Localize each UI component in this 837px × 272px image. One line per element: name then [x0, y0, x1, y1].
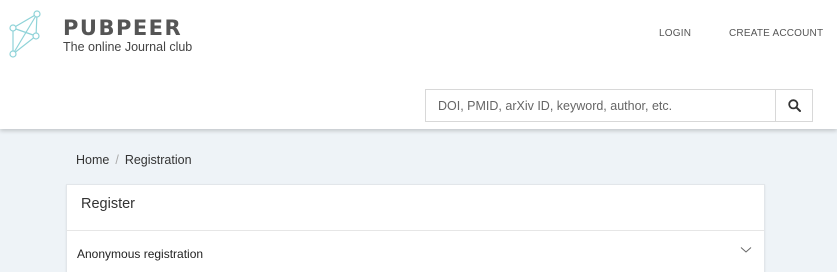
create-account-link[interactable]: CREATE ACCOUNT — [729, 28, 823, 39]
register-card: Register Anonymous registration — [66, 184, 765, 272]
breadcrumb-current: Registration — [124, 153, 192, 167]
anonymous-registration-toggle[interactable]: Anonymous registration — [67, 231, 764, 271]
search-button[interactable] — [775, 90, 812, 121]
brand-tagline: The online Journal club — [63, 40, 193, 54]
breadcrumb-separator: / — [115, 153, 119, 167]
brand-name: PUBPEER — [63, 16, 183, 40]
site-header: PUBPEER The online Journal club LOGIN CR… — [0, 0, 837, 129]
chevron-down-icon — [740, 247, 752, 253]
login-link[interactable]: LOGIN — [659, 28, 691, 39]
brand-home-link[interactable]: PUBPEER The online Journal club — [63, 16, 192, 54]
card-title: Register — [81, 196, 135, 212]
search-icon — [787, 99, 801, 112]
pubpeer-logo-icon[interactable] — [6, 10, 42, 58]
breadcrumb-home[interactable]: Home — [76, 153, 109, 167]
search-bar — [425, 89, 813, 122]
accordion-label: Anonymous registration — [77, 247, 204, 261]
search-input[interactable] — [426, 90, 777, 121]
breadcrumb: Home / Registration — [76, 153, 192, 167]
